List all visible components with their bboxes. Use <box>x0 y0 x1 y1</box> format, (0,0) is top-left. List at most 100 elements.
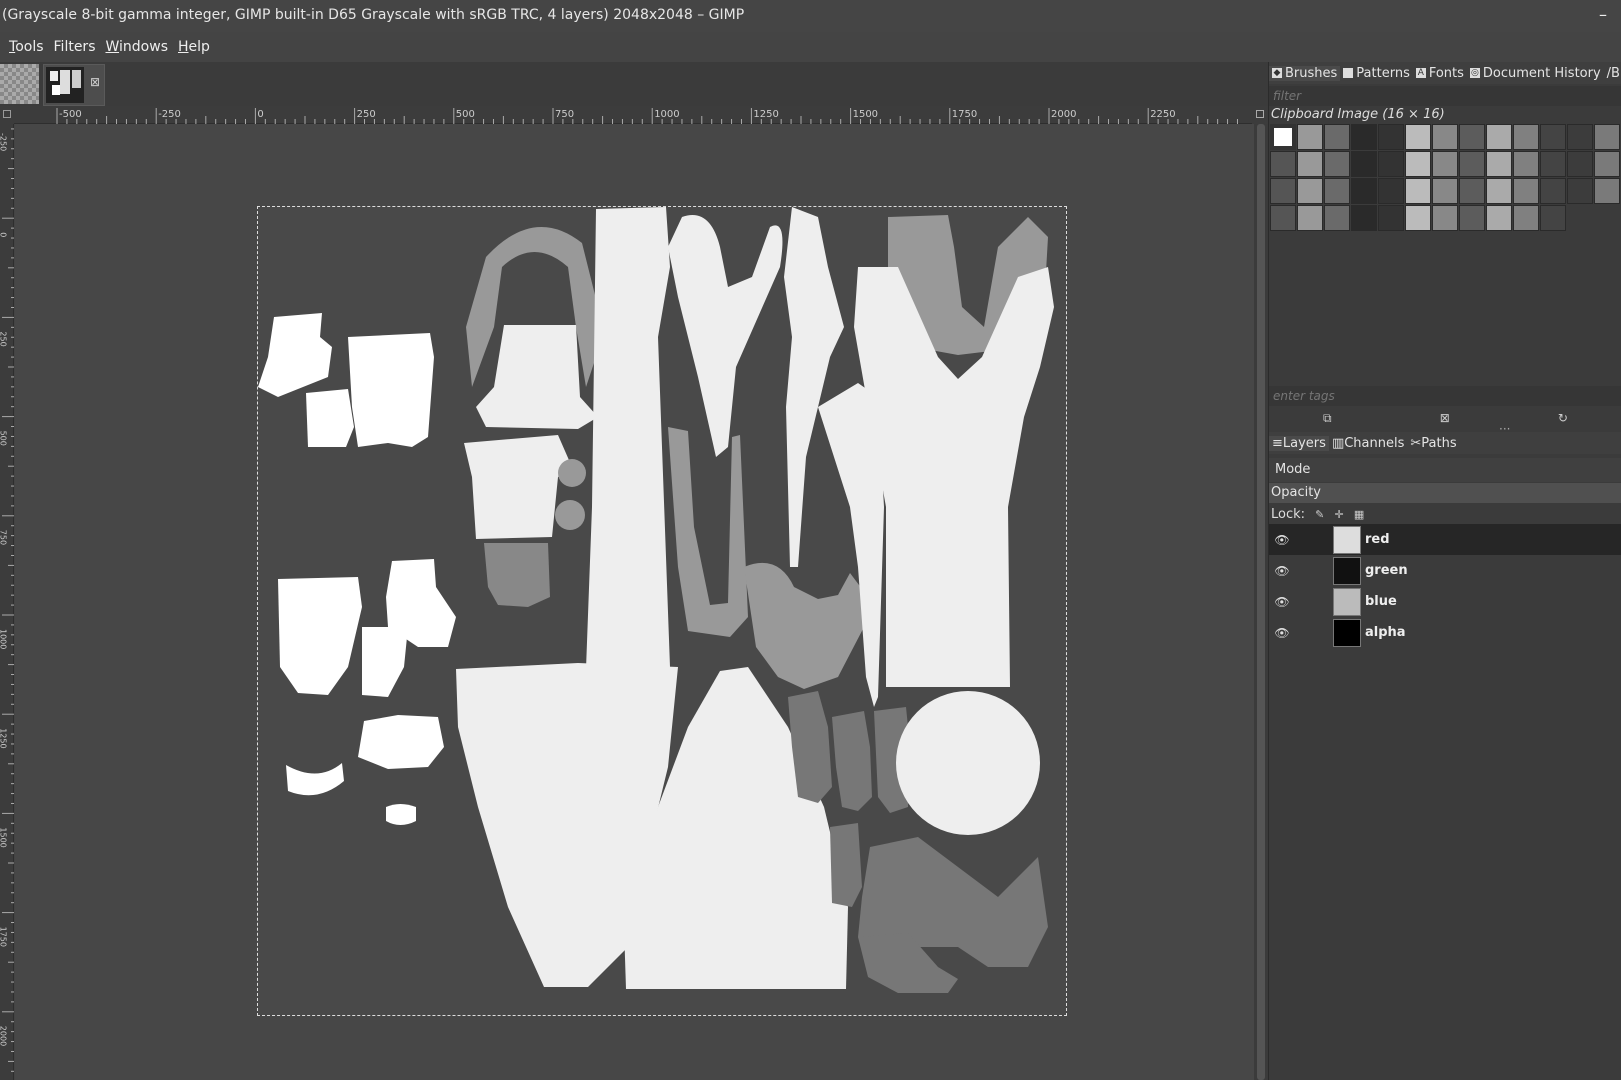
brush-swatch[interactable] <box>1513 124 1539 150</box>
brush-swatch[interactable] <box>1459 205 1485 231</box>
lock-alpha-icon[interactable]: ▦ <box>1354 508 1364 521</box>
chain-toggle[interactable] <box>1293 592 1333 612</box>
brush-swatch[interactable] <box>1459 151 1485 177</box>
brush-swatch[interactable] <box>1405 151 1431 177</box>
brush-tags-input[interactable] <box>1269 386 1621 406</box>
horizontal-ruler[interactable]: -500 -250 0 250 500 750 1000 1250 1500 1750 2000 22… <box>14 106 1254 124</box>
brush-swatch[interactable] <box>1432 205 1458 231</box>
scrollbar-thumb[interactable] <box>1257 124 1265 1080</box>
canvas-vertical-scrollbar[interactable] <box>1254 124 1268 1080</box>
brush-swatch[interactable] <box>1405 178 1431 204</box>
brush-swatch[interactable] <box>1594 151 1620 177</box>
lock-pixels-icon[interactable]: ✎ <box>1315 508 1324 521</box>
menu-tools[interactable]: Tools <box>9 39 44 55</box>
brush-swatch[interactable] <box>1432 124 1458 150</box>
visibility-eye-icon[interactable]: 👁 <box>1271 626 1293 640</box>
brush-swatch[interactable] <box>1378 178 1404 204</box>
brush-swatch[interactable] <box>1567 124 1593 150</box>
duplicate-brush-icon[interactable]: ⧉ <box>1323 411 1332 426</box>
visibility-eye-icon[interactable]: 👁 <box>1271 564 1293 578</box>
brush-swatch[interactable] <box>1270 124 1296 150</box>
brush-swatch[interactable] <box>1351 151 1377 177</box>
brush-swatch[interactable] <box>1486 151 1512 177</box>
brush-swatch[interactable] <box>1405 124 1431 150</box>
brush-swatch[interactable] <box>1324 124 1350 150</box>
brush-swatch[interactable] <box>1270 205 1296 231</box>
quick-mask-corner-button[interactable] <box>0 106 14 124</box>
visibility-eye-icon[interactable]: 👁 <box>1271 533 1293 547</box>
tab-document-history[interactable]: ◎ Document History <box>1467 66 1604 81</box>
brush-swatch[interactable] <box>1594 178 1620 204</box>
brush-swatch[interactable] <box>1351 205 1377 231</box>
image-tab-transparent[interactable] <box>0 64 39 104</box>
chain-toggle[interactable] <box>1293 530 1333 550</box>
brush-swatch[interactable] <box>1567 178 1593 204</box>
menu-windows[interactable]: Windows <box>105 39 168 55</box>
navigate-icon[interactable] <box>1252 106 1268 124</box>
brush-swatch[interactable] <box>1486 178 1512 204</box>
brush-swatch[interactable] <box>1297 205 1323 231</box>
brush-swatch[interactable] <box>1540 178 1566 204</box>
layer-opacity-slider[interactable]: Opacity <box>1269 483 1621 503</box>
brush-swatch[interactable] <box>1324 151 1350 177</box>
image-canvas[interactable] <box>257 206 1067 1016</box>
menu-filters[interactable]: Filters <box>54 39 96 55</box>
brush-swatch[interactable] <box>1270 178 1296 204</box>
brush-swatch[interactable] <box>1270 151 1296 177</box>
tab-brush-editor[interactable]: /Brush E <box>1604 66 1621 81</box>
brush-swatch[interactable] <box>1486 124 1512 150</box>
vertical-ruler[interactable]: -250 0 250 500 750 1000 1250 1500 1750 2000 <box>0 124 14 1080</box>
tab-fonts[interactable]: A Fonts <box>1413 66 1467 81</box>
brush-swatch[interactable] <box>1486 205 1512 231</box>
chain-toggle[interactable] <box>1293 561 1333 581</box>
lock-position-icon[interactable]: ✛ <box>1335 508 1344 521</box>
layer-row-red[interactable]: 👁 red <box>1269 524 1621 555</box>
brush-swatch[interactable] <box>1540 124 1566 150</box>
ruler-label: 1750 <box>0 927 8 947</box>
brush-swatch[interactable] <box>1378 205 1404 231</box>
ruler-label: 1000 <box>0 629 8 649</box>
tab-patterns[interactable]: Patterns <box>1340 66 1413 81</box>
brush-swatch[interactable] <box>1378 151 1404 177</box>
brush-swatch[interactable] <box>1378 124 1404 150</box>
layer-row-blue[interactable]: 👁 blue <box>1269 586 1621 617</box>
brush-swatch[interactable] <box>1432 178 1458 204</box>
refresh-brushes-icon[interactable]: ↻ <box>1558 411 1568 425</box>
brush-swatch[interactable] <box>1324 205 1350 231</box>
tab-paths[interactable]: ✂ Paths <box>1407 436 1459 451</box>
ruler-label: 1000 <box>654 109 679 120</box>
brush-swatch[interactable] <box>1513 205 1539 231</box>
close-tab-icon[interactable]: ⊠ <box>90 75 100 89</box>
tab-channels[interactable]: ▥ Channels <box>1329 436 1407 451</box>
visibility-eye-icon[interactable]: 👁 <box>1271 595 1293 609</box>
brush-swatch[interactable] <box>1540 205 1566 231</box>
brush-filter-input[interactable] <box>1269 86 1621 106</box>
brush-swatch[interactable] <box>1351 178 1377 204</box>
delete-brush-icon[interactable]: ⊠ <box>1440 411 1450 425</box>
brush-swatch[interactable] <box>1513 151 1539 177</box>
layer-mode-select[interactable]: Mode <box>1269 458 1621 482</box>
menu-help[interactable]: Help <box>178 39 210 55</box>
brush-swatch[interactable] <box>1297 178 1323 204</box>
layer-row-alpha[interactable]: 👁 alpha <box>1269 617 1621 648</box>
layer-row-green[interactable]: 👁 green <box>1269 555 1621 586</box>
tab-layers[interactable]: ≡ Layers <box>1269 435 1329 451</box>
minimize-icon[interactable]: – <box>1599 0 1607 30</box>
brush-swatch[interactable] <box>1297 151 1323 177</box>
brush-swatch[interactable] <box>1459 178 1485 204</box>
brush-swatch[interactable] <box>1432 151 1458 177</box>
brush-swatch[interactable] <box>1594 124 1620 150</box>
brush-swatch[interactable] <box>1351 124 1377 150</box>
brush-swatch[interactable] <box>1540 151 1566 177</box>
brush-swatch[interactable] <box>1513 178 1539 204</box>
brush-swatch[interactable] <box>1567 151 1593 177</box>
brush-swatch[interactable] <box>1405 205 1431 231</box>
brush-swatch[interactable] <box>1324 178 1350 204</box>
chain-toggle[interactable] <box>1293 623 1333 643</box>
brush-swatch[interactable] <box>1459 124 1485 150</box>
canvas-area[interactable] <box>15 124 1254 1080</box>
brush-swatch[interactable] <box>1297 124 1323 150</box>
channels-icon: ▥ <box>1331 435 1345 451</box>
image-tab-active[interactable]: ⊠ <box>43 64 105 106</box>
tab-brushes[interactable]: ◆ Brushes <box>1269 65 1341 81</box>
